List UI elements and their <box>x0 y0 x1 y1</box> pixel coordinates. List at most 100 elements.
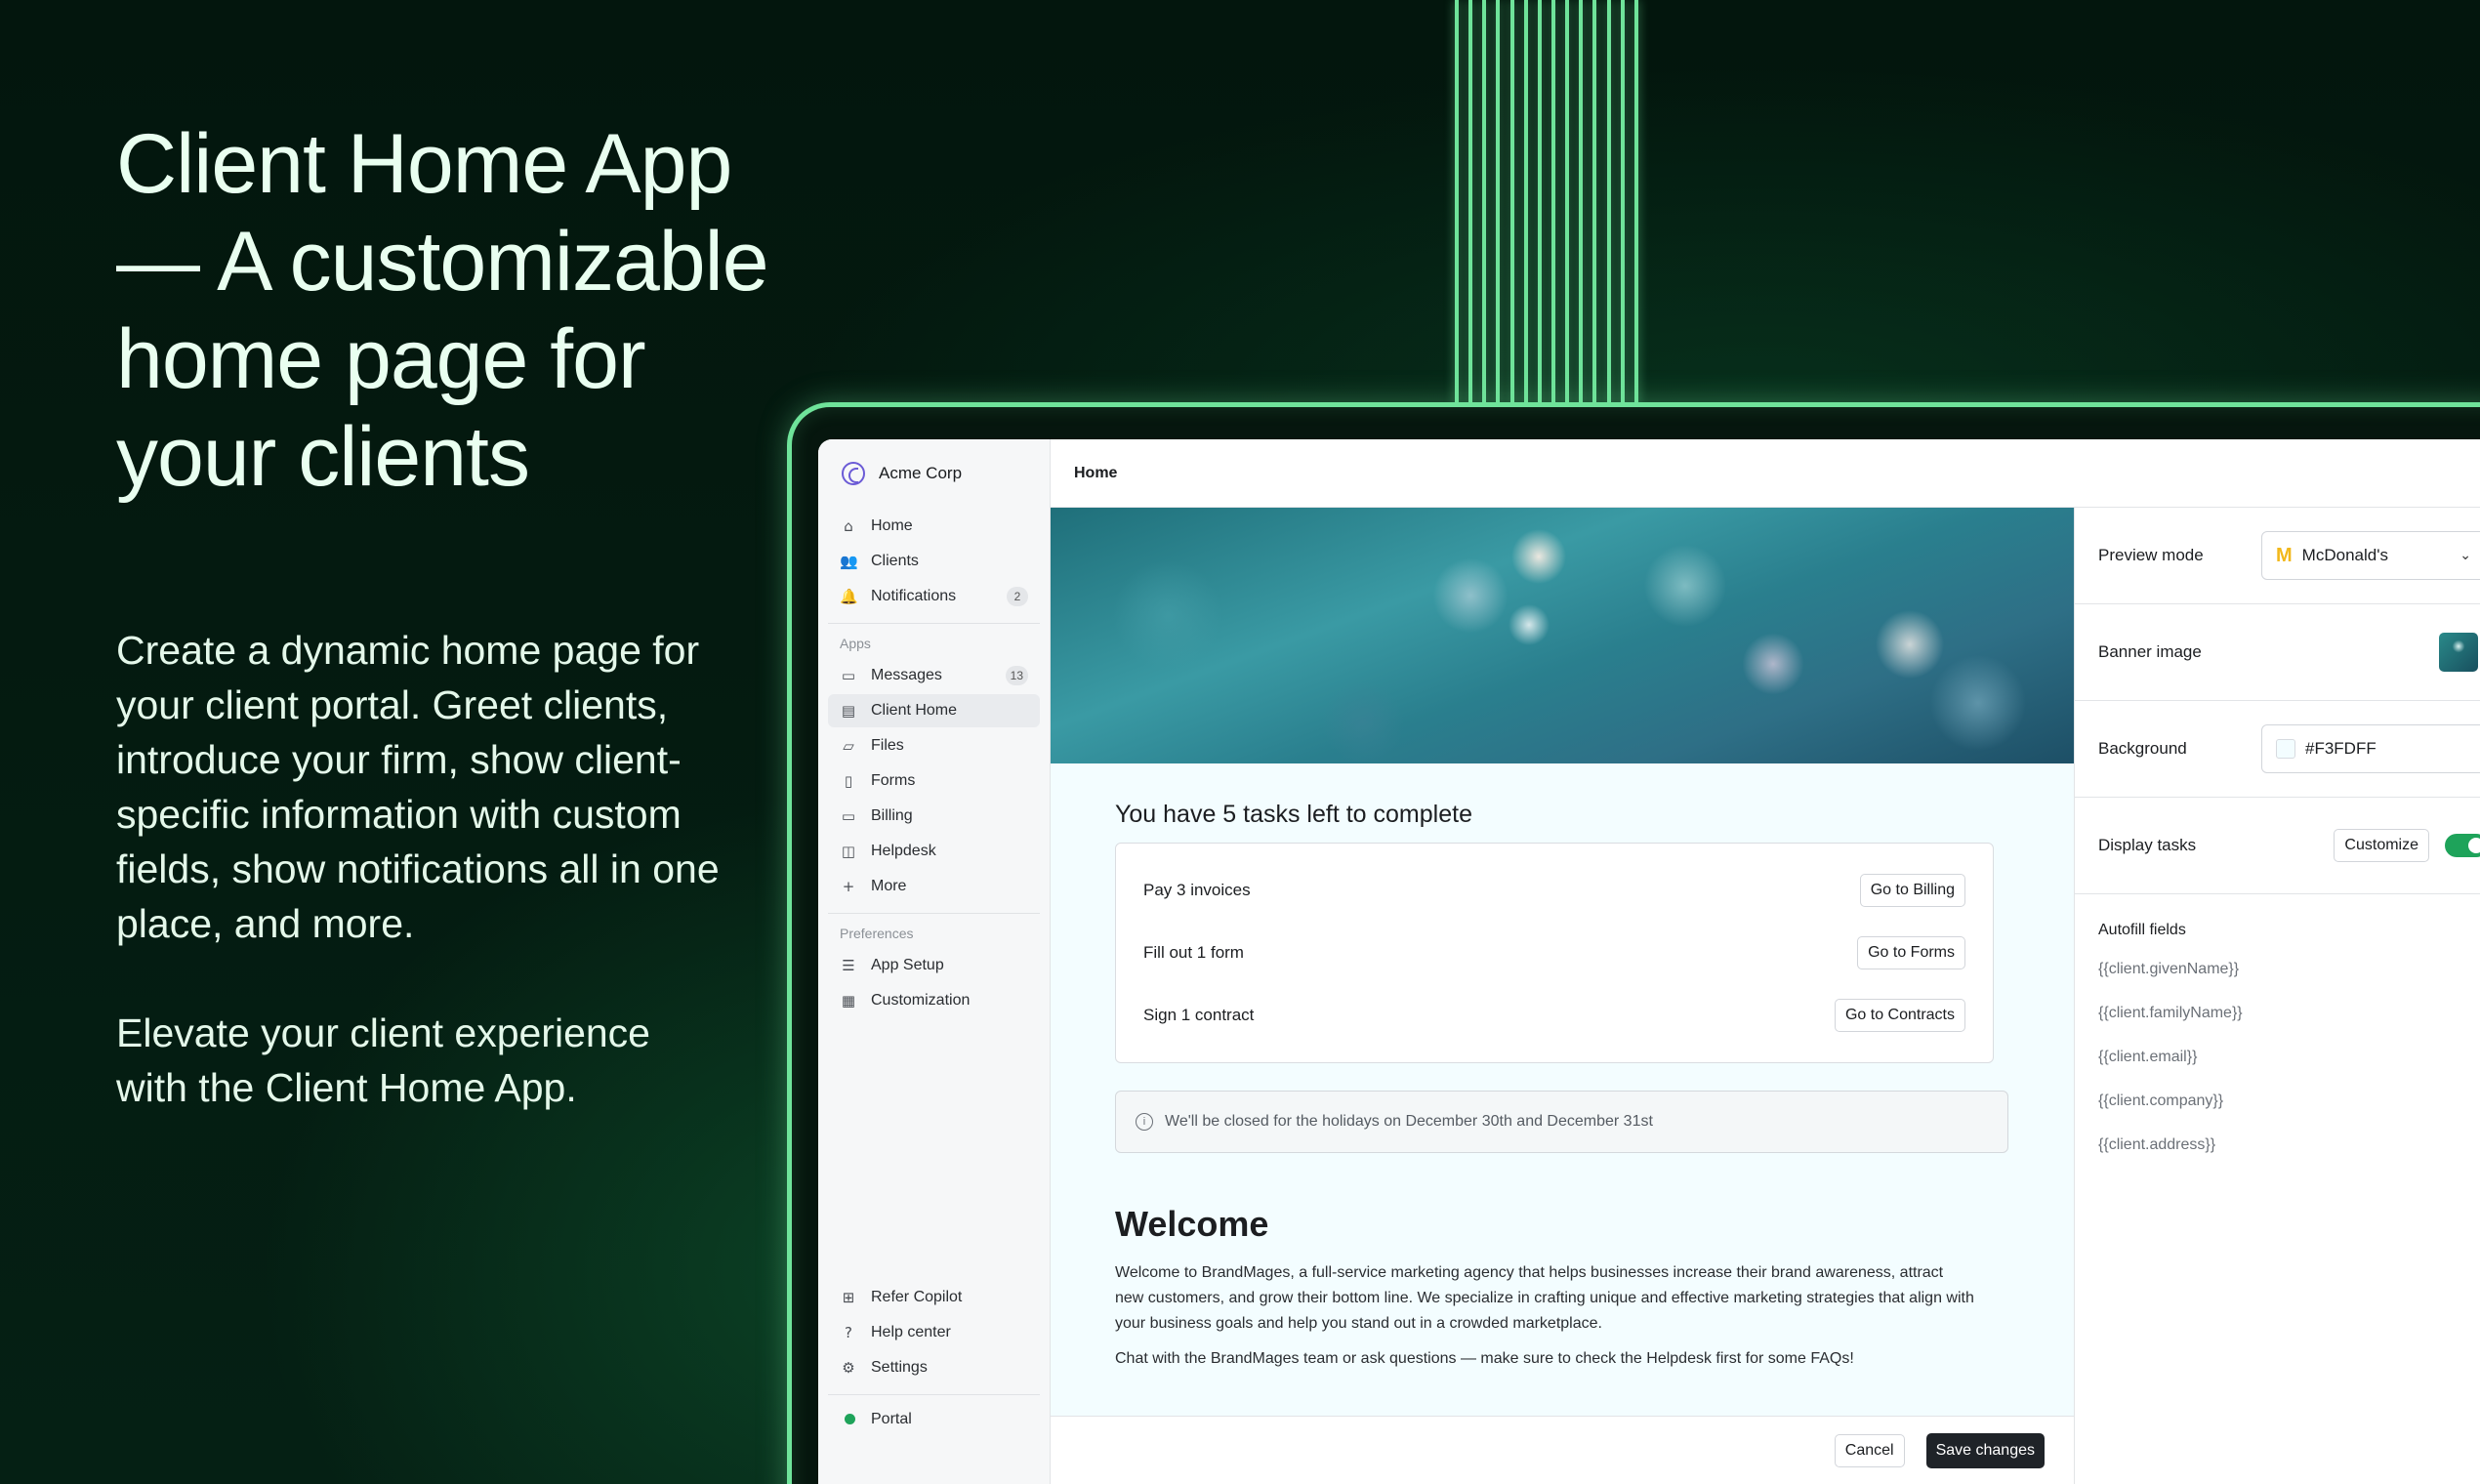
sidebar-item-client-home[interactable]: ▤ Client Home <box>828 694 1040 727</box>
cancel-button[interactable]: Cancel <box>1834 1433 1905 1467</box>
preferences-section-label: Preferences <box>840 926 914 941</box>
action-footer: Cancel Save changes <box>1051 1416 2074 1484</box>
sidebar-item-customization[interactable]: ▦ Customization <box>828 984 1040 1017</box>
message-icon: ▭ <box>841 667 856 684</box>
book-icon: ◫ <box>841 843 856 860</box>
sidebar-item-label: Billing <box>871 807 913 824</box>
welcome-title: Welcome <box>1115 1204 1269 1244</box>
sidebar-item-files[interactable]: ▱ Files <box>828 729 1040 763</box>
status-dot-icon <box>840 1411 857 1428</box>
task-row: Pay 3 invoices Go to Billing <box>1143 859 1965 922</box>
preview-mode-label: Preview mode <box>2098 546 2204 564</box>
sidebar-item-label: Forms <box>871 772 916 789</box>
grid-icon: ▦ <box>841 992 856 1010</box>
autofill-section: Autofill fields {{client.givenName}} {{c… <box>2075 894 2480 1208</box>
notice-text: We'll be closed for the holidays on Dece… <box>1165 1113 1653 1130</box>
autofill-field[interactable]: {{client.email}} <box>2098 1049 2457 1092</box>
sidebar-item-label: Client Home <box>871 702 958 719</box>
holiday-notice: i We'll be closed for the holidays on De… <box>1115 1091 2008 1153</box>
sidebar-item-label: Settings <box>871 1359 928 1376</box>
task-row: Fill out 1 form Go to Forms <box>1143 922 1965 984</box>
sidebar-item-label: More <box>871 878 907 894</box>
sidebar-divider <box>828 1394 1040 1395</box>
form-icon: ▯ <box>844 772 853 790</box>
task-row: Sign 1 contract Go to Contracts <box>1143 984 1965 1047</box>
preview-mode-row: Preview mode M McDonald's ⌄ <box>2075 508 2480 604</box>
hero-paragraph-1: Create a dynamic home page for your clie… <box>116 628 720 946</box>
preview-mode-select[interactable]: M McDonald's ⌄ <box>2261 531 2480 580</box>
go-to-forms-button[interactable]: Go to Forms <box>1857 936 1965 969</box>
app-window: Acme Corp ⌂ Home 👥 Clients 🔔 Notificatio… <box>818 439 2480 1484</box>
messages-count-badge: 13 <box>1005 666 1028 685</box>
gift-icon: ⊞ <box>842 1289 855 1306</box>
sidebar-item-label: Clients <box>871 553 919 569</box>
autofill-field[interactable]: {{client.address}} <box>2098 1136 2457 1180</box>
background-color-input[interactable]: #F3FDFF <box>2261 724 2480 773</box>
client-home-icon: ▤ <box>841 702 856 720</box>
sidebar-item-notifications[interactable]: 🔔 Notifications 2 <box>828 580 1040 613</box>
task-label: Sign 1 contract <box>1143 1006 1255 1024</box>
sidebar-item-clients[interactable]: 👥 Clients <box>828 545 1040 578</box>
home-icon: ⌂ <box>844 517 853 535</box>
autofill-field[interactable]: {{client.company}} <box>2098 1092 2457 1136</box>
banner-thumbnail[interactable] <box>2439 633 2478 672</box>
sidebar-item-messages[interactable]: ▭ Messages 13 <box>828 659 1040 692</box>
save-changes-button[interactable]: Save changes <box>1925 1432 2045 1468</box>
sidebar-item-label: Help center <box>871 1324 951 1340</box>
autofill-field[interactable]: {{client.familyName}} <box>2098 1005 2457 1049</box>
help-icon: ? <box>845 1324 852 1341</box>
bell-icon: 🔔 <box>840 588 858 605</box>
welcome-paragraph: Chat with the BrandMages team or ask que… <box>1115 1350 1854 1367</box>
sidebar-item-forms[interactable]: ▯ Forms <box>828 764 1040 798</box>
color-swatch <box>2276 739 2295 759</box>
decorative-stripes <box>1455 0 1638 404</box>
sidebar-item-label: Home <box>871 517 913 534</box>
settings-panel: Preview mode M McDonald's ⌄ Banner image… <box>2074 508 2480 1484</box>
sidebar-item-portal[interactable]: Portal <box>828 1403 1040 1436</box>
gear-icon: ⚙ <box>842 1359 855 1377</box>
sidebar-item-more[interactable]: + More <box>828 870 1040 903</box>
go-to-contracts-button[interactable]: Go to Contracts <box>1834 999 1965 1032</box>
sidebar-item-label: Portal <box>871 1411 912 1427</box>
sidebar-item-label: Customization <box>871 992 971 1009</box>
task-label: Fill out 1 form <box>1143 943 1244 962</box>
sidebar-item-billing[interactable]: ▭ Billing <box>828 800 1040 833</box>
background-label: Background <box>2098 739 2187 758</box>
banner-image <box>1051 508 2074 763</box>
sidebar-item-label: App Setup <box>871 957 944 973</box>
org-name: Acme Corp <box>879 464 963 482</box>
notification-count-badge: 2 <box>1007 587 1028 606</box>
sidebar-divider <box>828 913 1040 914</box>
sidebar-divider <box>828 623 1040 624</box>
sidebar-item-settings[interactable]: ⚙ Settings <box>828 1351 1040 1384</box>
org-logo-icon <box>842 462 865 485</box>
sidebar-item-refer-copilot[interactable]: ⊞ Refer Copilot <box>828 1281 1040 1314</box>
sidebar-item-label: Messages <box>871 667 942 683</box>
mcdonalds-logo-icon: M <box>2276 544 2293 566</box>
display-tasks-toggle[interactable] <box>2445 834 2480 857</box>
org-switcher[interactable]: Acme Corp <box>818 439 1050 508</box>
autofill-title: Autofill fields <box>2098 922 2186 938</box>
banner-image-row: Banner image <box>2075 604 2480 701</box>
sidebar-item-home[interactable]: ⌂ Home <box>828 510 1040 543</box>
plus-icon: + <box>842 878 855 895</box>
autofill-field[interactable]: {{client.givenName}} <box>2098 961 2457 1005</box>
folder-icon: ▱ <box>843 737 854 755</box>
banner-image-label: Banner image <box>2098 642 2202 661</box>
sliders-icon: ☰ <box>842 957 855 974</box>
sidebar-item-app-setup[interactable]: ☰ App Setup <box>828 949 1040 982</box>
customize-button[interactable]: Customize <box>2334 829 2429 862</box>
top-bar: Home <box>1051 439 2480 508</box>
chevron-down-icon: ⌄ <box>2459 548 2471 563</box>
sidebar-item-label: Helpdesk <box>871 843 936 859</box>
tasks-title: You have 5 tasks left to complete <box>1115 801 1472 828</box>
sidebar-item-help-center[interactable]: ? Help center <box>828 1316 1040 1349</box>
welcome-text: Welcome to BrandMages, a full-service ma… <box>1115 1260 1974 1372</box>
preview-mode-value: McDonald's <box>2301 546 2388 564</box>
sidebar-item-label: Notifications <box>871 588 957 604</box>
welcome-paragraph: Welcome to BrandMages, a full-service ma… <box>1115 1264 1974 1332</box>
hero-headline: Client Home App — A customizable home pa… <box>116 117 769 504</box>
sidebar-item-helpdesk[interactable]: ◫ Helpdesk <box>828 835 1040 868</box>
go-to-billing-button[interactable]: Go to Billing <box>1859 874 1965 907</box>
page-title: Home <box>1074 464 1118 481</box>
